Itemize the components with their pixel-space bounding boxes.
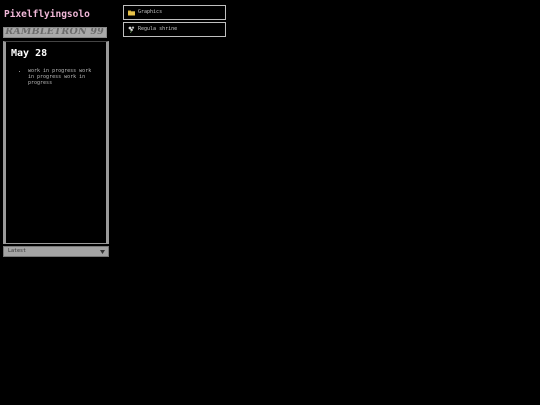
archive-select-value: Latest (8, 248, 27, 254)
blog-post-frame[interactable]: May 28 work in progress work in progress… (3, 41, 109, 244)
chevron-down-icon (100, 250, 105, 254)
flower-icon (128, 26, 135, 33)
list-item: work in progress work in progress work i… (28, 68, 99, 86)
post-date: May 28 (11, 48, 48, 59)
site-title: Pixelflyingsolo (4, 9, 90, 20)
nav-link-label: Graphics (138, 9, 163, 15)
folder-icon (128, 10, 135, 16)
banner-text: RAMBLETRON 99 (5, 27, 104, 37)
nav-link-graphics[interactable]: Graphics (123, 5, 226, 20)
nav-link-regula-shrine[interactable]: Regula shrine (123, 22, 226, 37)
nav-link-label: Regula shrine (138, 26, 178, 32)
archive-select[interactable]: Latest (3, 246, 109, 257)
rambletron-banner: RAMBLETRON 99 (3, 27, 107, 38)
post-list: work in progress work in progress work i… (15, 68, 99, 86)
